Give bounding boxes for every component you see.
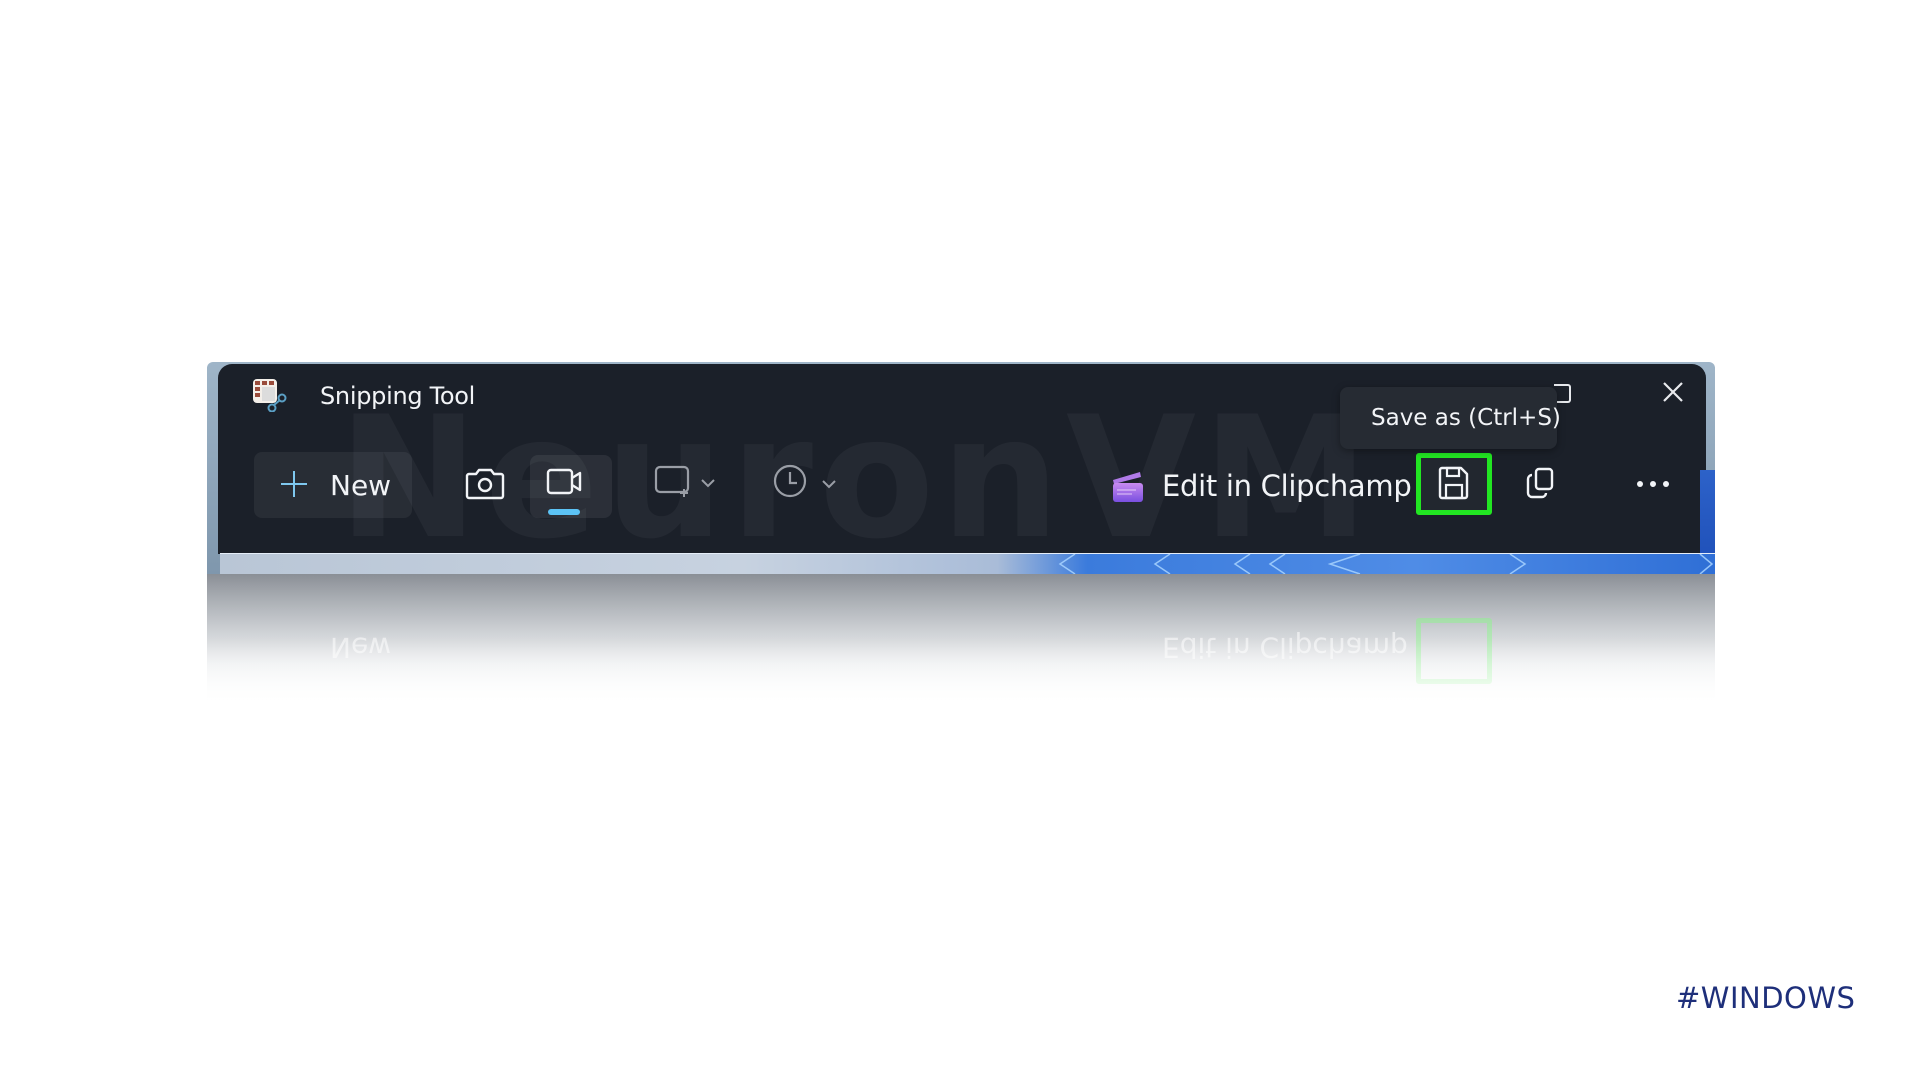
window-title: Snipping Tool xyxy=(320,382,476,410)
copy-icon xyxy=(1526,467,1554,499)
window-bottom-strip xyxy=(220,553,1715,575)
save-button[interactable] xyxy=(1416,453,1492,515)
edit-in-clipchamp-label: Edit in Clipchamp xyxy=(1162,469,1412,503)
hashtag-label: #WINDOWS xyxy=(1676,981,1856,1015)
plus-icon xyxy=(278,468,310,500)
save-icon xyxy=(1438,466,1469,500)
snipping-tool-icon xyxy=(252,378,288,412)
rectangle-snip-icon xyxy=(654,465,690,497)
copy-button[interactable] xyxy=(1510,455,1570,515)
snip-shape-dropdown[interactable] xyxy=(650,455,730,517)
delay-dropdown[interactable] xyxy=(768,455,848,517)
close-icon xyxy=(1663,382,1683,402)
window-reflection: New Edit in Clipchamp xyxy=(207,574,1715,704)
camera-icon xyxy=(465,468,505,500)
selected-mode-indicator xyxy=(548,509,580,515)
close-button[interactable] xyxy=(1655,376,1691,408)
reflection-fade xyxy=(207,574,1715,704)
more-options-button[interactable] xyxy=(1622,460,1684,510)
clipchamp-icon xyxy=(1110,468,1146,504)
chevron-down-icon xyxy=(701,479,715,488)
new-button-label: New xyxy=(330,469,392,502)
chevron-down-icon xyxy=(822,480,836,489)
more-icon xyxy=(1637,481,1669,487)
save-tooltip-text: Save as (Ctrl+S) xyxy=(1371,405,1561,431)
screenshot-mode-button[interactable] xyxy=(455,455,515,517)
clock-icon xyxy=(773,464,807,498)
